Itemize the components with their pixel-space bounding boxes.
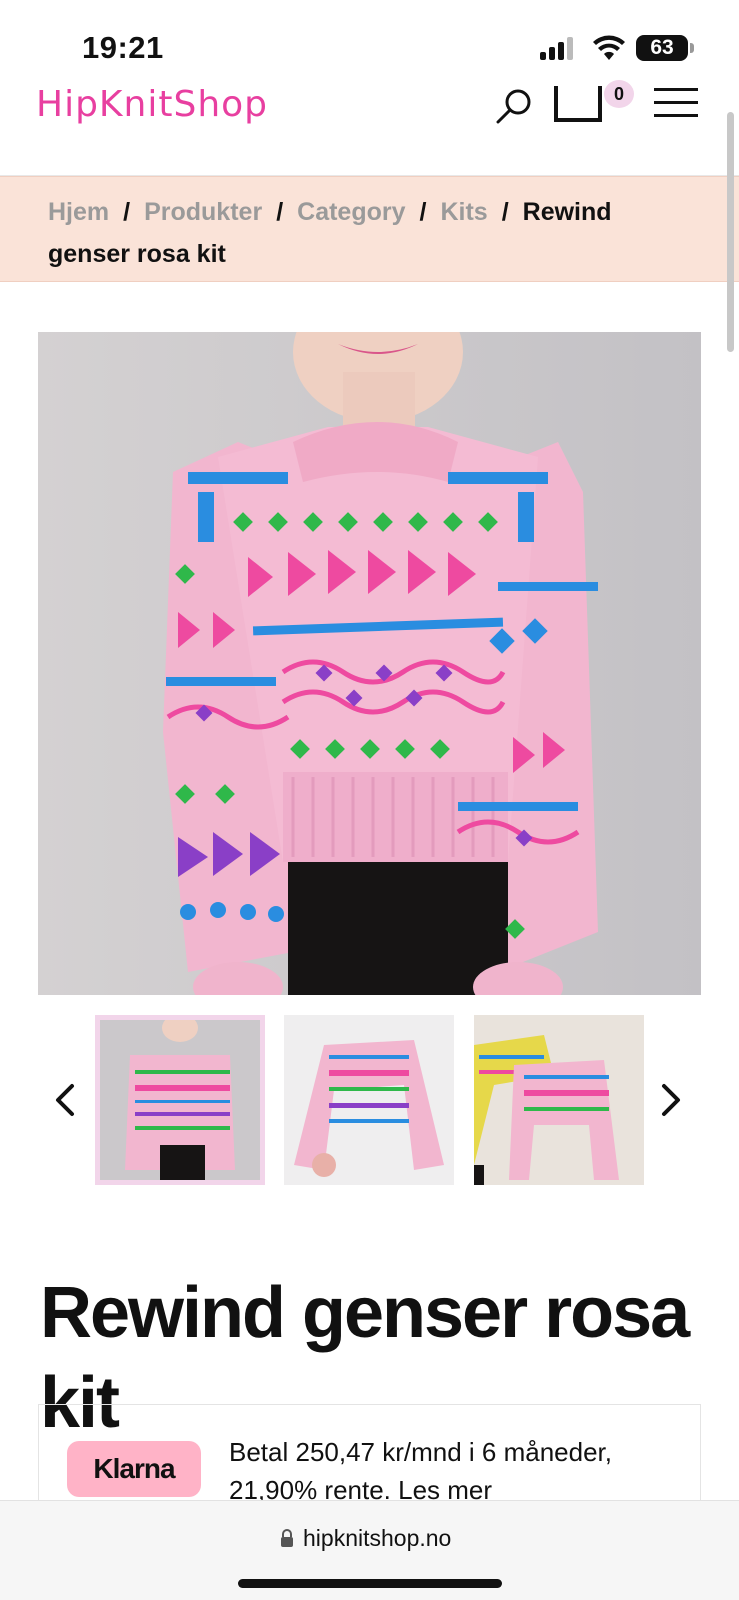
status-time: 19:21 [82, 30, 164, 65]
thumbnail-photo-hanging [284, 1015, 454, 1185]
breadcrumb-link-home[interactable]: Hjem [48, 198, 109, 226]
product-main-image[interactable] [38, 332, 701, 995]
product-thumbnail[interactable] [284, 1015, 454, 1185]
breadcrumb: Hjem / Produkter / Category / Kits / Rewind gens… [0, 176, 739, 282]
hamburger-menu-icon[interactable] [654, 88, 698, 118]
battery-icon: 63 [636, 35, 694, 61]
chevron-left-icon[interactable] [50, 1080, 80, 1120]
cellular-signal-icon [540, 36, 578, 60]
cart-count-badge: 0 [604, 80, 634, 108]
breadcrumb-separator: / [419, 198, 427, 226]
search-icon[interactable] [494, 86, 534, 126]
sweater-photo [38, 332, 701, 995]
breadcrumb-link-kits[interactable]: Kits [440, 198, 487, 226]
breadcrumb-link-products[interactable]: Produkter [144, 198, 262, 226]
browser-url[interactable]: hipknitshop.no [303, 1525, 451, 1552]
wifi-icon [593, 35, 625, 60]
home-indicator[interactable] [238, 1579, 502, 1588]
page-scrollbar[interactable] [727, 112, 734, 352]
product-thumbnail[interactable] [95, 1015, 265, 1185]
thumbnail-photo-front [100, 1020, 260, 1180]
breadcrumb-separator: / [123, 198, 131, 226]
site-logo[interactable]: HipKnitShop [36, 84, 268, 125]
chevron-right-icon[interactable] [656, 1080, 686, 1120]
breadcrumb-separator: / [501, 198, 509, 226]
site-header: HipKnitShop 0 [0, 80, 739, 176]
breadcrumb-link-category[interactable]: Category [297, 198, 405, 226]
klarna-logo: Klarna [67, 1441, 201, 1497]
status-bar: 19:21 63 [0, 0, 739, 90]
klarna-message: Betal 250,47 kr/mnd i 6 måneder, 21,90% … [229, 1433, 669, 1509]
thumbnail-photo-two-sweaters [474, 1015, 644, 1185]
product-thumbnail[interactable] [474, 1015, 644, 1185]
browser-address-bar[interactable]: hipknitshop.no [0, 1500, 739, 1600]
cart-icon[interactable] [552, 82, 606, 124]
lock-icon [281, 1529, 293, 1547]
breadcrumb-separator: / [276, 198, 284, 226]
